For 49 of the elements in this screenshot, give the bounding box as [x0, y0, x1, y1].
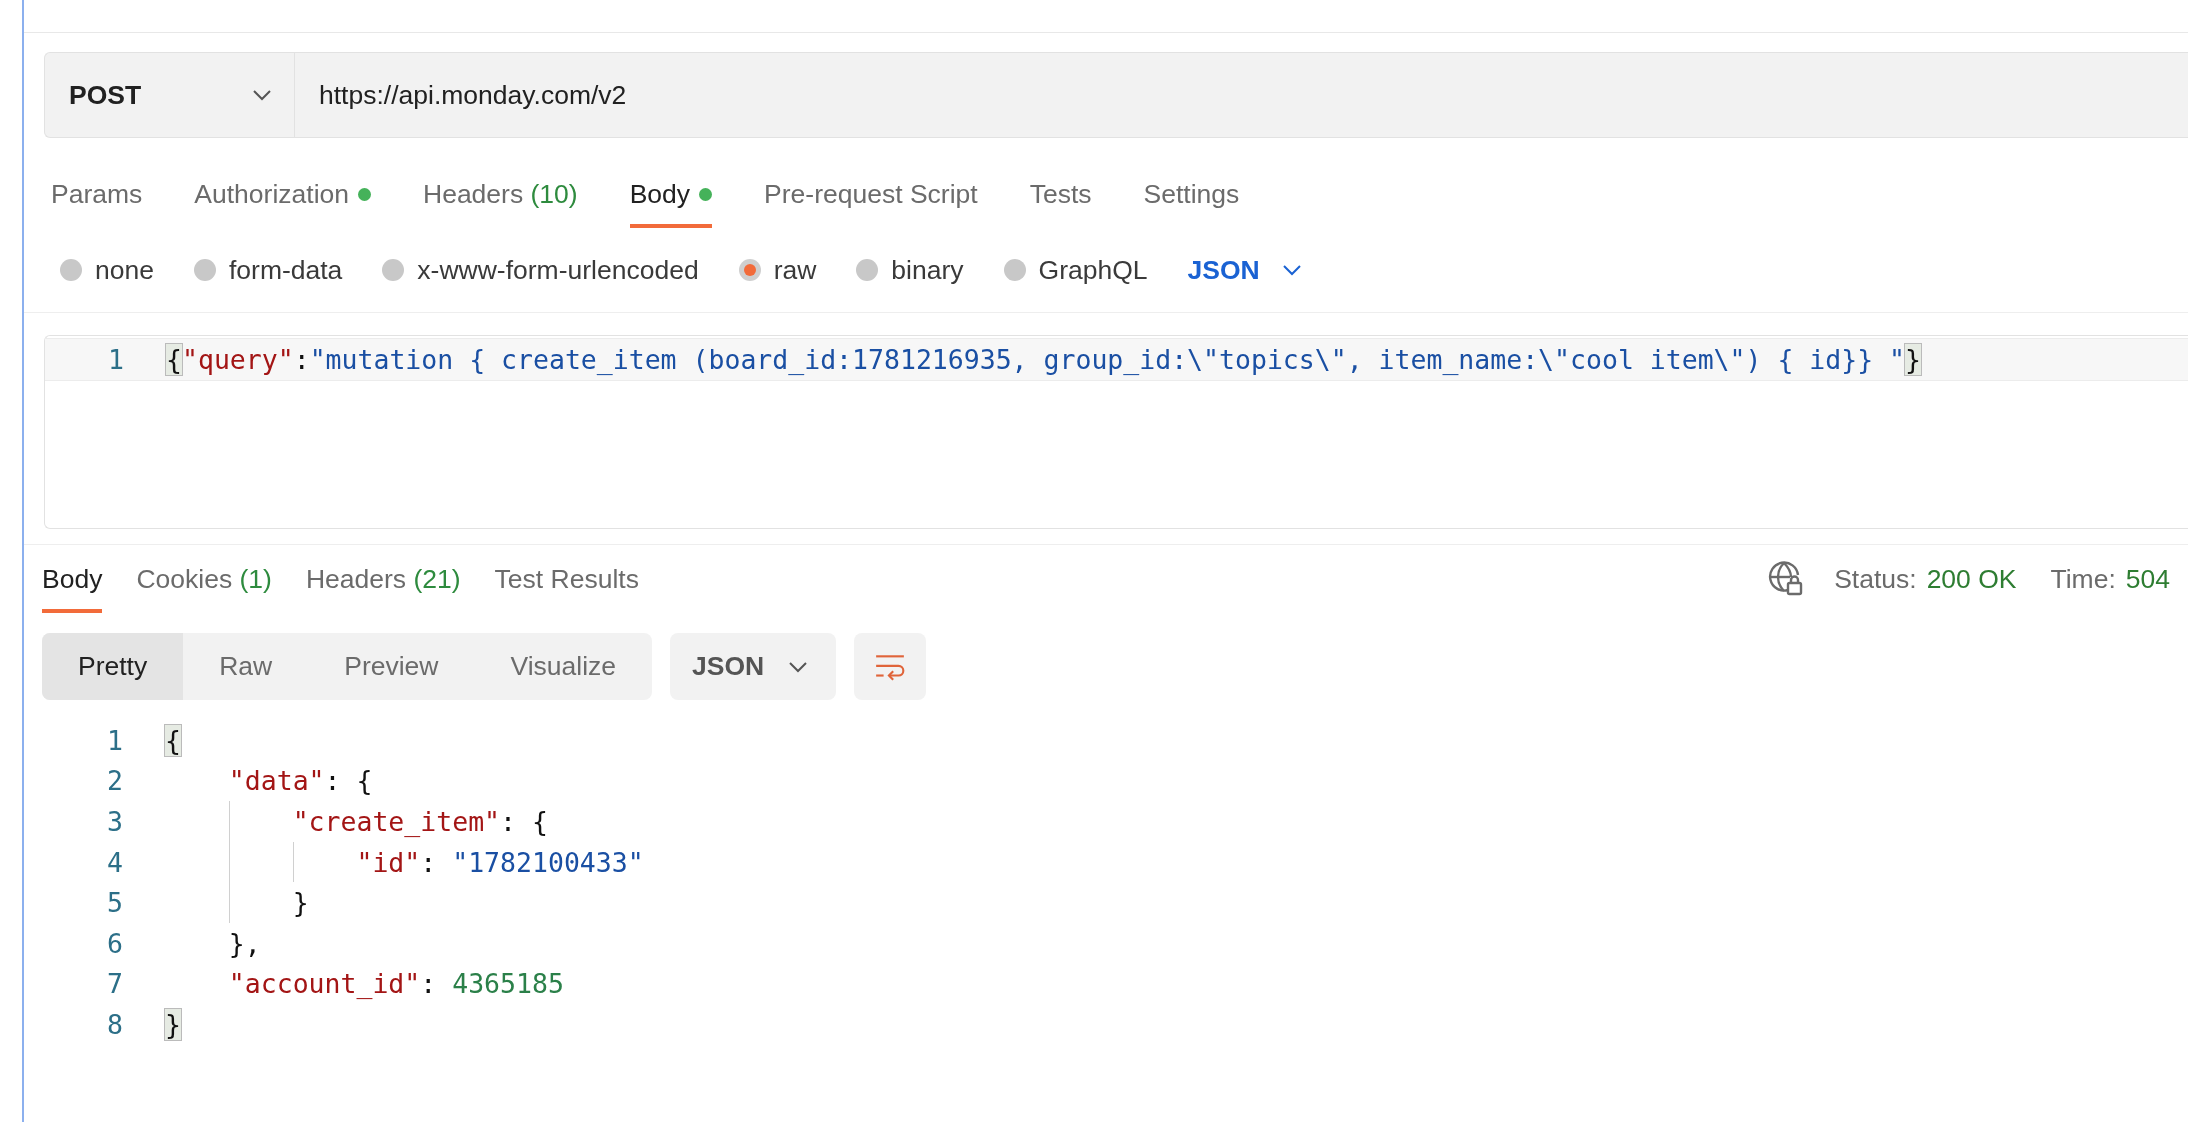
radio-option[interactable]: raw: [738, 254, 817, 286]
line-number: 2: [106, 765, 123, 797]
wrap-lines-icon: [874, 652, 907, 681]
line-number: 4: [106, 846, 123, 878]
chevron-down-icon: [1281, 264, 1302, 276]
tab[interactable]: Params: [51, 167, 143, 228]
tab[interactable]: Cookies (1): [136, 552, 272, 613]
language-dropdown[interactable]: JSON: [1187, 254, 1302, 286]
radio-option[interactable]: none: [60, 254, 154, 286]
tab[interactable]: Tests: [1029, 167, 1092, 228]
radio-option[interactable]: GraphQL: [1003, 254, 1148, 286]
radio-option[interactable]: binary: [856, 254, 964, 286]
view-mode-button[interactable]: Pretty: [42, 633, 184, 700]
time-label: Time:: [2050, 563, 2116, 595]
wrap-lines-button[interactable]: [854, 633, 927, 700]
tab[interactable]: Pre-request Script: [764, 167, 978, 228]
time-value: 504: [2125, 563, 2170, 595]
code-line: "id": "1782100433": [165, 841, 644, 883]
view-mode-button[interactable]: Raw: [183, 633, 309, 700]
format-dropdown[interactable]: JSON: [670, 633, 837, 700]
status-value: 200 OK: [1926, 563, 2017, 595]
chevron-down-icon: [788, 660, 809, 673]
tab[interactable]: Settings: [1143, 167, 1240, 228]
code-line: {"query":"mutation { create_item (board_id:1781216935, group_id:\"topics\", item_name:\"cool item\") { id}} "}: [166, 342, 1922, 377]
tab[interactable]: Headers (10): [423, 167, 578, 228]
code-editor[interactable]: 1 {"query":"mutation { create_item (board_id:1781216935, group_id:\"topics\", item_name:\"cool item\") { id}} "}: [44, 335, 2188, 529]
view-mode-button[interactable]: Visualize: [474, 633, 653, 700]
radio-option[interactable]: form-data: [193, 254, 343, 286]
code-line: "create_item": {: [165, 801, 548, 842]
view-mode-button[interactable]: Preview: [308, 633, 475, 700]
tab[interactable]: Test Results: [494, 552, 639, 613]
radio-option[interactable]: x-www-form-urlencoded: [382, 254, 699, 286]
line-number: 1: [107, 343, 124, 375]
tab[interactable]: Body: [629, 167, 713, 228]
line-number: 1: [106, 724, 123, 756]
status-label: Status:: [1834, 563, 1917, 595]
globe-lock-icon[interactable]: [1768, 561, 1805, 597]
tab[interactable]: Body: [42, 552, 103, 613]
code-line: "account_id": 4365185: [227, 967, 564, 1002]
code-line: "data": {: [227, 764, 373, 799]
line-number: 6: [106, 927, 123, 959]
line-number: 7: [106, 968, 123, 1000]
tab[interactable]: Headers (21): [305, 552, 461, 613]
code-line: },: [227, 926, 261, 961]
line-number: 8: [106, 1008, 123, 1040]
line-number: 5: [106, 887, 123, 919]
line-number: 3: [106, 806, 123, 837]
tab[interactable]: Authorization: [194, 167, 371, 228]
code-line: }: [165, 882, 309, 923]
